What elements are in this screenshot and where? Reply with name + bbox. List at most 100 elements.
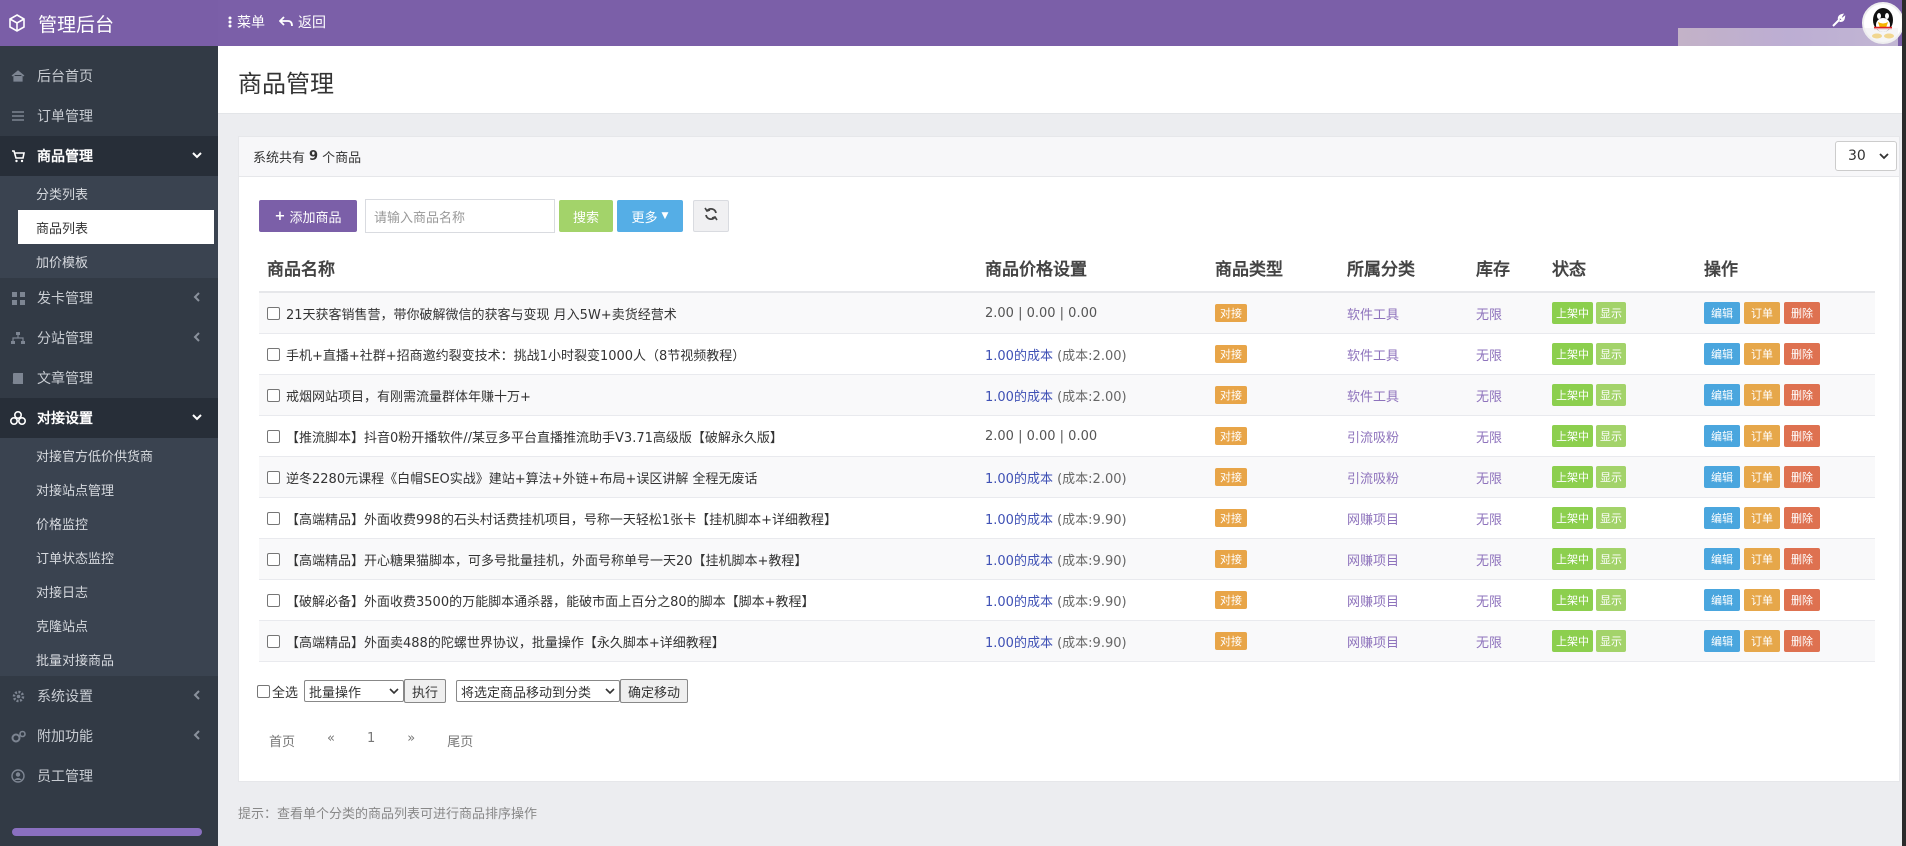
price-link[interactable]: 1.00的成本 (985, 390, 1053, 405)
row-checkbox[interactable] (267, 552, 280, 566)
bulk-action-select[interactable]: 批量操作 (304, 680, 405, 702)
cell-category[interactable]: 网赚项目 (1339, 550, 1468, 569)
edit-button[interactable]: 编辑 (1704, 630, 1740, 652)
visible-toggle[interactable]: 显示 (1596, 589, 1626, 611)
sidebar-subitem-categories[interactable]: 分类列表 (0, 176, 218, 210)
back-button[interactable]: 返回 (279, 12, 326, 32)
cell-category[interactable]: 网赚项目 (1339, 632, 1468, 651)
cell-category[interactable]: 网赚项目 (1339, 509, 1468, 528)
sidebar-item-goods[interactable]: 商品管理 (0, 136, 218, 176)
orders-button[interactable]: 订单 (1744, 343, 1780, 365)
sidebar-subitem-goods-list[interactable]: 商品列表 (18, 210, 214, 244)
sidebar-item-orders[interactable]: 订单管理 (0, 96, 218, 136)
search-input[interactable]: 请输入商品名称 (365, 199, 555, 233)
confirm-move-button[interactable]: 确定移动 (620, 679, 689, 703)
edit-button[interactable]: 编辑 (1704, 548, 1740, 570)
delete-button[interactable]: 删除 (1784, 630, 1820, 652)
add-goods-button[interactable]: + 添加商品 (259, 200, 357, 232)
row-checkbox[interactable] (267, 511, 280, 525)
visible-toggle[interactable]: 显示 (1596, 466, 1626, 488)
edit-button[interactable]: 编辑 (1704, 466, 1740, 488)
sidebar-item-system-settings[interactable]: 系统设置 (0, 676, 218, 716)
cell-category[interactable]: 引流吸粉 (1339, 468, 1468, 487)
cell-category[interactable]: 网赚项目 (1339, 591, 1468, 610)
delete-button[interactable]: 删除 (1784, 589, 1820, 611)
price-link[interactable]: 1.00的成本 (985, 636, 1053, 651)
pager-next[interactable]: » (407, 731, 415, 750)
sidebar-item-articles[interactable]: 文章管理 (0, 358, 218, 398)
sidebar-subitem-price-monitor[interactable]: 价格监控 (0, 506, 218, 540)
price-link[interactable]: 1.00的成本 (985, 513, 1053, 528)
cell-category[interactable]: 软件工具 (1339, 345, 1468, 364)
select-all-checkbox[interactable] (257, 684, 270, 698)
sidebar-subitem-batch-dock[interactable]: 批量对接商品 (0, 642, 218, 676)
pager-first[interactable]: 首页 (269, 731, 295, 750)
sidebar-item-cards[interactable]: 发卡管理 (0, 278, 218, 318)
price-link[interactable]: 1.00的成本 (985, 554, 1053, 569)
edit-button[interactable]: 编辑 (1704, 343, 1740, 365)
move-category-select[interactable]: 将选定商品移动到分类 (456, 680, 621, 702)
delete-button[interactable]: 删除 (1784, 548, 1820, 570)
row-checkbox[interactable] (267, 388, 280, 402)
cell-category[interactable]: 引流吸粉 (1339, 427, 1468, 446)
search-button[interactable]: 搜索 (559, 200, 613, 232)
sidebar-subitem-order-status-monitor[interactable]: 订单状态监控 (0, 540, 218, 574)
on-sale-toggle[interactable]: 上架中 (1552, 630, 1593, 652)
on-sale-toggle[interactable]: 上架中 (1552, 548, 1593, 570)
row-checkbox[interactable] (267, 347, 280, 361)
brand[interactable]: 管理后台 (0, 0, 218, 46)
price-link[interactable]: 1.00的成本 (985, 472, 1053, 487)
orders-button[interactable]: 订单 (1744, 630, 1780, 652)
row-checkbox[interactable] (267, 306, 280, 320)
delete-button[interactable]: 删除 (1784, 507, 1820, 529)
visible-toggle[interactable]: 显示 (1596, 425, 1626, 447)
cell-category[interactable]: 软件工具 (1339, 304, 1468, 323)
orders-button[interactable]: 订单 (1744, 384, 1780, 406)
on-sale-toggle[interactable]: 上架中 (1552, 589, 1593, 611)
delete-button[interactable]: 删除 (1784, 343, 1820, 365)
orders-button[interactable]: 订单 (1744, 302, 1780, 324)
price-link[interactable]: 1.00的成本 (985, 595, 1053, 610)
row-checkbox[interactable] (267, 593, 280, 607)
sidebar-item-home[interactable]: 后台首页 (0, 56, 218, 96)
edit-button[interactable]: 编辑 (1704, 589, 1740, 611)
visible-toggle[interactable]: 显示 (1596, 302, 1626, 324)
on-sale-toggle[interactable]: 上架中 (1552, 384, 1593, 406)
row-checkbox[interactable] (267, 634, 280, 648)
row-checkbox[interactable] (267, 429, 280, 443)
row-checkbox[interactable] (267, 470, 280, 484)
on-sale-toggle[interactable]: 上架中 (1552, 466, 1593, 488)
menu-toggle-button[interactable]: 菜单 (228, 12, 265, 32)
on-sale-toggle[interactable]: 上架中 (1552, 343, 1593, 365)
on-sale-toggle[interactable]: 上架中 (1552, 507, 1593, 529)
sidebar-scrollbar[interactable] (12, 828, 202, 836)
orders-button[interactable]: 订单 (1744, 466, 1780, 488)
sidebar-item-substations[interactable]: 分站管理 (0, 318, 218, 358)
edit-button[interactable]: 编辑 (1704, 425, 1740, 447)
cell-category[interactable]: 软件工具 (1339, 386, 1468, 405)
orders-button[interactable]: 订单 (1744, 589, 1780, 611)
sidebar-subitem-clone-site[interactable]: 克隆站点 (0, 608, 218, 642)
execute-button[interactable]: 执行 (404, 679, 447, 703)
refresh-button[interactable] (693, 200, 729, 232)
pager-prev[interactable]: « (327, 731, 335, 750)
orders-button[interactable]: 订单 (1744, 507, 1780, 529)
page-size-select[interactable]: 30 (1835, 141, 1897, 171)
sidebar-subitem-markup-template[interactable]: 加价模板 (0, 244, 218, 278)
visible-toggle[interactable]: 显示 (1596, 630, 1626, 652)
edit-button[interactable]: 编辑 (1704, 302, 1740, 324)
orders-button[interactable]: 订单 (1744, 425, 1780, 447)
sidebar-item-staff[interactable]: 员工管理 (0, 756, 218, 796)
visible-toggle[interactable]: 显示 (1596, 507, 1626, 529)
edit-button[interactable]: 编辑 (1704, 507, 1740, 529)
visible-toggle[interactable]: 显示 (1596, 384, 1626, 406)
pager-current[interactable]: 1 (367, 731, 375, 750)
more-dropdown-button[interactable]: 更多 ▼ (617, 200, 683, 232)
delete-button[interactable]: 删除 (1784, 302, 1820, 324)
sidebar-subitem-official-supplier[interactable]: 对接官方低价供货商 (0, 438, 218, 472)
pager-last[interactable]: 尾页 (447, 731, 473, 750)
edit-button[interactable]: 编辑 (1704, 384, 1740, 406)
sidebar-item-docking[interactable]: 对接设置 (0, 398, 218, 438)
sidebar-subitem-dock-sites[interactable]: 对接站点管理 (0, 472, 218, 506)
on-sale-toggle[interactable]: 上架中 (1552, 302, 1593, 324)
